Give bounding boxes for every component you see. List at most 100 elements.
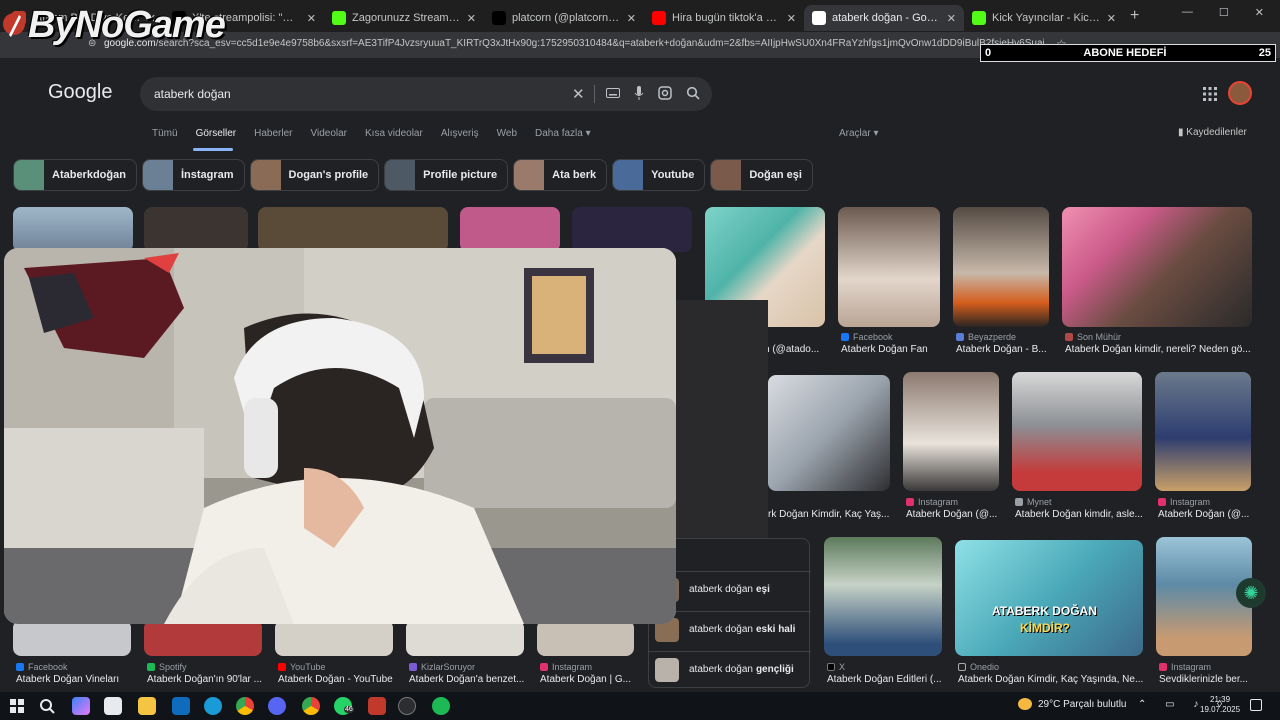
result-caption[interactable]: Ataberk Doğan - B... (956, 344, 1050, 355)
chip-thumbnail (385, 160, 416, 190)
url-field[interactable]: google.com/search?sca_esv=cc5d1e9e4e9758… (104, 38, 1044, 49)
result-caption[interactable]: Ataberk Doğan'a benzet... (409, 674, 527, 685)
result-caption[interactable]: Ataberk Doğan (@... (906, 509, 1000, 520)
close-tab-icon[interactable]: ✕ (307, 12, 316, 25)
browser-tab[interactable]: platcorn (@platcornweb) / X ✕ (484, 5, 644, 31)
close-tab-icon[interactable]: ✕ (467, 12, 476, 25)
lens-icon[interactable] (658, 86, 672, 100)
result-image[interactable] (144, 207, 248, 252)
taskbar-search-icon[interactable] (38, 697, 56, 715)
discord-icon[interactable] (268, 697, 286, 715)
search-tab[interactable]: Daha fazla ▾ (535, 128, 591, 139)
windows-start-icon[interactable] (8, 697, 26, 715)
result-image[interactable] (13, 620, 131, 656)
close-tab-icon[interactable]: ✕ (947, 12, 956, 25)
file-explorer-icon[interactable] (138, 697, 156, 715)
clear-search-icon[interactable]: ✕ (572, 85, 585, 103)
browser-tab[interactable]: ataberk doğan - Google'da Ara ✕ (804, 5, 964, 31)
search-tab[interactable]: Görseller (196, 128, 237, 139)
search-icon[interactable] (686, 86, 700, 100)
result-image[interactable] (824, 537, 942, 656)
result-image[interactable] (460, 207, 560, 252)
browser-tab[interactable]: Kick Yayıncılar - KickLogz ✕ (964, 5, 1124, 31)
result-caption[interactable]: n (@atado... (764, 344, 824, 355)
result-image[interactable] (903, 372, 999, 491)
result-caption[interactable]: Ataberk Doğan | G... (540, 674, 634, 685)
tools-button[interactable]: Araçlar ▾ (839, 128, 878, 139)
related-chip[interactable]: Ataberkdoğan (13, 159, 137, 191)
search-tab[interactable]: Haberler (254, 128, 292, 139)
search-tab[interactable]: Tümü (152, 128, 178, 139)
search-tab[interactable]: Web (497, 128, 517, 139)
result-caption[interactable]: Ataberk Doğan Editleri (... (827, 674, 945, 685)
clock[interactable]: 21:39 19.07.2025 (1200, 695, 1240, 715)
browser-tab[interactable]: Zagorunuzz Stream - Watch Live ✕ (324, 5, 484, 31)
result-image[interactable]: ATABERK DOĞAN KİMDİR? (955, 540, 1143, 656)
chrome-profile-icon[interactable] (302, 697, 320, 715)
result-caption[interactable]: rk Doğan Kimdir, Kaç Yaş... (768, 509, 890, 520)
result-image[interactable] (838, 207, 940, 327)
result-caption[interactable]: Ataberk Doğan kimdir, asle... (1015, 509, 1143, 520)
search-query: ataberk doğan (154, 87, 231, 101)
related-chip[interactable]: Ata berk (513, 159, 608, 191)
keyboard-icon[interactable] (606, 88, 620, 98)
search-tab[interactable]: Videolar (311, 128, 348, 139)
chrome-icon[interactable] (236, 697, 254, 715)
obs-icon[interactable] (398, 697, 416, 715)
result-image[interactable] (953, 207, 1049, 327)
minimize-icon[interactable]: — (1182, 6, 1193, 19)
related-chip[interactable]: İnstagram (141, 159, 245, 191)
related-chip[interactable]: Youtube (612, 159, 706, 191)
related-chip[interactable]: Doğan eşi (710, 159, 813, 191)
result-image[interactable] (572, 207, 692, 252)
result-image[interactable] (1062, 207, 1252, 327)
result-image[interactable] (768, 375, 890, 491)
account-avatar[interactable] (1228, 81, 1252, 105)
chip-label: Dogan's profile (288, 169, 369, 181)
result-image[interactable] (258, 207, 448, 252)
result-caption[interactable]: Ataberk Doğan - YouTube (278, 674, 396, 685)
browser-tab[interactable]: Hira bugün tiktok'a giriyor ✕ (644, 5, 804, 31)
result-caption[interactable]: Ataberk Doğan (@... (1158, 509, 1252, 520)
result-image[interactable] (537, 620, 634, 656)
close-tab-icon[interactable]: ✕ (1107, 12, 1116, 25)
outlook-icon[interactable] (172, 697, 190, 715)
search-tab[interactable]: Kısa videolar (365, 128, 423, 139)
search-tab[interactable]: Alışveriş (441, 128, 479, 139)
result-caption[interactable]: Ataberk Doğan Vineları (16, 674, 134, 685)
result-caption[interactable]: Ataberk Doğan Kimdir, Kaç Yaşında, Ne... (958, 674, 1144, 685)
related-search-item[interactable]: ataberk doğan gençliği (649, 651, 811, 687)
weather-text[interactable]: 29°C Parçalı bulutlu (1038, 699, 1127, 710)
result-image[interactable] (1012, 372, 1142, 491)
result-image[interactable] (406, 620, 524, 656)
result-image[interactable] (275, 620, 393, 656)
close-window-icon[interactable]: ✕ (1255, 6, 1264, 19)
close-tab-icon[interactable]: ✕ (627, 12, 636, 25)
whatsapp-icon[interactable]: 46 (334, 697, 354, 715)
notification-icon[interactable] (1250, 699, 1262, 711)
maximize-icon[interactable]: ☐ (1219, 6, 1229, 19)
result-image[interactable] (13, 207, 133, 252)
copilot-icon[interactable] (72, 697, 90, 715)
result-image[interactable] (144, 620, 262, 656)
result-image[interactable] (1155, 372, 1251, 491)
result-caption[interactable]: Sevdiklerinizle ber... (1159, 674, 1251, 685)
spotify-icon[interactable] (432, 697, 450, 715)
result-caption[interactable]: Ataberk Doğan'ın 90'lar ... (147, 674, 265, 685)
microphone-icon[interactable] (634, 86, 644, 100)
related-chip[interactable]: Profile picture (384, 159, 509, 191)
result-caption[interactable]: Ataberk Doğan kimdir, nereli? Neden gö..… (1065, 344, 1251, 355)
close-tab-icon[interactable]: ✕ (787, 12, 796, 25)
new-tab-button[interactable]: + (1130, 7, 1139, 25)
task-view-icon[interactable] (104, 697, 122, 715)
result-caption[interactable]: Ataberk Doğan Fan (841, 344, 941, 355)
google-logo[interactable]: Google (48, 81, 113, 104)
weather-icon[interactable] (1018, 698, 1032, 710)
edge-icon[interactable] (204, 697, 222, 715)
related-chip[interactable]: Dogan's profile (249, 159, 380, 191)
bynogame-app-icon[interactable] (368, 697, 386, 715)
saved-button[interactable]: ▮ Kaydedilenler (1178, 127, 1247, 138)
search-input[interactable]: ataberk doğan ✕ (140, 77, 712, 111)
apps-grid-icon[interactable] (1203, 87, 1217, 101)
gemini-sparkle-icon[interactable]: ✺ (1236, 578, 1266, 608)
